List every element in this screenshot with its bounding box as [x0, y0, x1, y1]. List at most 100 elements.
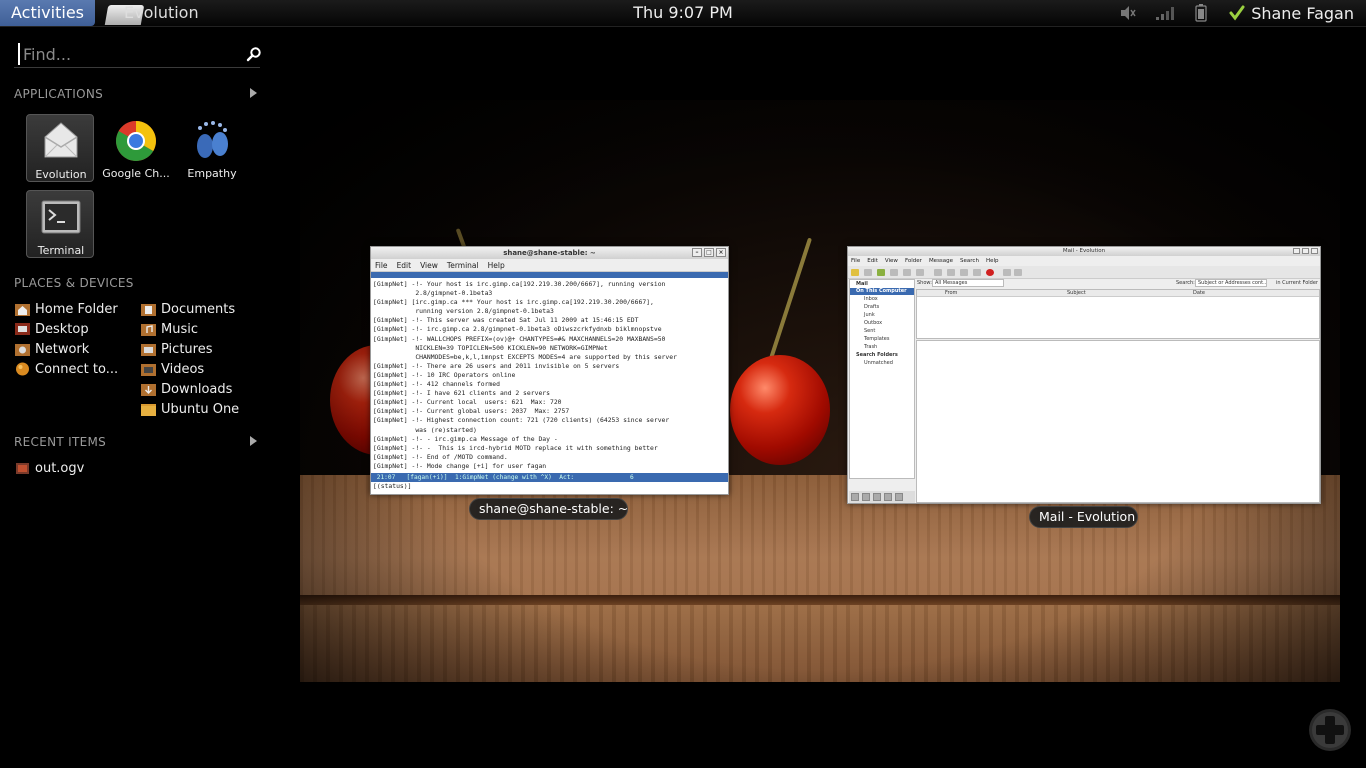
menu-folder: Folder: [904, 258, 922, 264]
volume-icon[interactable]: [1119, 3, 1139, 23]
menu-help: Help: [487, 260, 505, 270]
documents-folder-icon: [141, 304, 156, 316]
component-switcher: [849, 491, 915, 503]
menu-view: View: [420, 260, 438, 270]
place-label: Connect to...: [35, 361, 119, 377]
evolution-toolbar: [848, 266, 1320, 279]
place-label: Home Folder: [35, 301, 118, 317]
search-input[interactable]: [18, 43, 224, 65]
place-connect-to[interactable]: Connect to...: [15, 359, 118, 379]
ubuntu-one-folder-icon: [141, 404, 156, 416]
stop-icon: [986, 269, 994, 276]
places-header: PLACES & DEVICES: [14, 276, 134, 290]
app-tile-label: Terminal: [37, 244, 85, 257]
place-label: Ubuntu One: [161, 401, 240, 417]
menu-terminal: Terminal: [446, 260, 479, 270]
terminal-prompt: [(status)]: [373, 482, 416, 490]
empathy-icon: [197, 121, 228, 158]
desktop-icon: [15, 323, 30, 335]
terminal-line: [GimpNet] -!- I have 621 clients and 2 s…: [373, 389, 550, 398]
app-tile-empathy[interactable]: Empathy: [178, 114, 246, 182]
maximize-icon: □: [704, 248, 714, 257]
folder-sent: Sent: [864, 328, 876, 334]
column-from: From: [945, 290, 958, 296]
battery-icon[interactable]: [1191, 3, 1211, 23]
memos-switch-icon: [895, 493, 903, 501]
app-tile-terminal[interactable]: Terminal: [26, 190, 94, 258]
menu-message: Message: [928, 258, 954, 264]
place-home-folder[interactable]: Home Folder: [15, 299, 118, 319]
evolution-titlebar: Mail - Evolution: [848, 247, 1320, 256]
place-documents[interactable]: Documents: [141, 299, 235, 319]
window-title: Mail - Evolution: [1062, 248, 1106, 254]
search-icon[interactable]: [246, 46, 262, 62]
place-ubuntu-one[interactable]: Ubuntu One: [141, 399, 239, 419]
evolution-folder-sidebar: Mail On This Computer Inbox Drafts Junk …: [849, 279, 915, 479]
terminal-line: was (re)started): [373, 425, 477, 434]
terminal-line: 2.8/gimpnet-0.1beta3: [373, 289, 493, 298]
terminal-line: [GimpNet] -!- Your host is irc.gimp.ca[1…: [373, 280, 666, 288]
calendar-switch-icon: [873, 493, 881, 501]
recent-item-label: out.ogv: [35, 460, 85, 476]
place-desktop[interactable]: Desktop: [15, 319, 89, 339]
column-subject: Subject: [1067, 290, 1086, 296]
search-box: [14, 40, 262, 68]
app-tile-google-chrome[interactable]: Google Ch...: [102, 114, 170, 182]
app-tile-evolution[interactable]: Evolution: [26, 114, 94, 182]
tasks-switch-icon: [884, 493, 892, 501]
message-list-header: From Subject Date: [917, 290, 1319, 297]
message-list: From Subject Date: [916, 289, 1320, 339]
applications-more-icon[interactable]: [250, 88, 257, 98]
terminal-line: [GimpNet] -!- WALLCHOPS PREFIX=(ov)@+ CH…: [373, 334, 666, 343]
terminal-line: [GimpNet] -!- Highest connection count: …: [373, 416, 670, 425]
folder-outbox: Outbox: [864, 320, 883, 326]
place-downloads[interactable]: Downloads: [141, 379, 232, 399]
window-title: shane@shane-stable: ~: [503, 249, 596, 257]
clock[interactable]: Thu 9:07 PM: [600, 0, 766, 26]
folder-junk: Junk: [864, 312, 875, 318]
activities-button[interactable]: Activities: [0, 0, 95, 26]
menu-edit: Edit: [867, 258, 878, 264]
terminal-output: [GimpNet] -!- Your host is irc.gimp.ca[1…: [371, 278, 728, 473]
terminal-window-caption[interactable]: shane@shane-stable: ~: [469, 498, 628, 520]
top-panel: Activities Evolution Thu 9:07 PM Shane F…: [0, 0, 1366, 27]
add-workspace-icon[interactable]: [1308, 708, 1352, 752]
evolution-menubar: File Edit View Folder Message Search Hel…: [848, 256, 1320, 266]
available-status-icon: [1227, 3, 1247, 23]
app-menu[interactable]: Evolution: [104, 0, 199, 26]
sidebar-header: Mail: [856, 281, 868, 287]
place-videos[interactable]: Videos: [141, 359, 204, 379]
terminal-line: [GimpNet] -!- irc.gimp.ca 2.8/gimpnet-0.…: [373, 325, 662, 334]
terminal-line: [GimpNet] -!- Current local users: 621 M…: [373, 398, 562, 407]
app-menu-label: Evolution: [124, 3, 199, 22]
status-area: Shane Fagan: [1111, 0, 1366, 26]
terminal-window-thumbnail[interactable]: shane@shane-stable: ~ – □ × File Edit Vi…: [370, 246, 729, 495]
folder-drafts: Drafts: [864, 304, 880, 310]
terminal-line: [GimpNet] -!- - irc.gimp.ca Message of t…: [373, 434, 558, 443]
mail-switch-icon: [851, 493, 859, 501]
recent-item[interactable]: out.ogv: [15, 458, 84, 478]
terminal-line: [GimpNet] [irc.gimp.ca *** Your host is …: [373, 298, 654, 307]
column-date: Date: [1193, 290, 1205, 296]
evolution-icon: [44, 122, 78, 158]
terminal-line: [GimpNet] -!- This server was created Sa…: [373, 316, 639, 325]
network-signal-icon[interactable]: [1155, 3, 1175, 23]
terminal-line: [GimpNet] -!- There are 26 users and 201…: [373, 361, 620, 370]
menu-help: Help: [985, 258, 999, 264]
recent-items-more-icon[interactable]: [250, 436, 257, 446]
place-music[interactable]: Music: [141, 319, 198, 339]
evolution-window-thumbnail[interactable]: Mail - Evolution File Edit View Folder M…: [847, 246, 1321, 504]
home-folder-icon: [15, 304, 30, 316]
place-network[interactable]: Network: [15, 339, 89, 359]
terminal-line: [GimpNet] -!- Mode change [+i] for user …: [373, 461, 547, 470]
evolution-window-caption[interactable]: Mail - Evolution: [1029, 506, 1138, 528]
video-file-icon: [16, 463, 29, 474]
user-menu[interactable]: Shane Fagan: [1251, 4, 1354, 23]
place-pictures[interactable]: Pictures: [141, 339, 212, 359]
applications-header: APPLICATIONS: [14, 87, 104, 101]
pictures-folder-icon: [141, 344, 156, 356]
search-scope: in Current Folder: [1276, 280, 1318, 286]
close-icon: ×: [716, 248, 726, 257]
menu-view: View: [884, 258, 898, 264]
show-label: Show:: [917, 280, 932, 286]
